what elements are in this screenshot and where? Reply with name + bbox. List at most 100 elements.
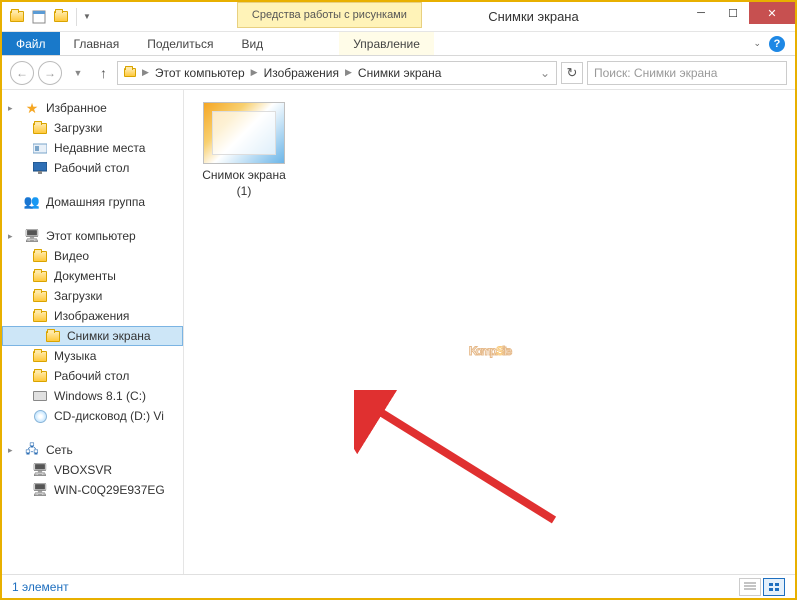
folder-icon — [32, 309, 48, 323]
chevron-down-icon[interactable]: ▸ — [8, 231, 18, 242]
ribbon-context-label: Средства работы с рисунками — [237, 2, 422, 28]
tree-desktop[interactable]: Рабочий стол — [2, 158, 183, 178]
explorer-window: ▼ Средства работы с рисунками Снимки экр… — [0, 0, 797, 600]
details-view-button[interactable] — [739, 578, 761, 596]
tree-label: Рабочий стол — [54, 369, 129, 383]
tree-drive-c[interactable]: Windows 8.1 (C:) — [2, 386, 183, 406]
tree-pictures[interactable]: Изображения — [2, 306, 183, 326]
address-bar[interactable]: ▶ Этот компьютер ▶ Изображения ▶ Снимки … — [117, 61, 557, 85]
window-title: Снимки экрана — [422, 2, 685, 31]
tab-view[interactable]: Вид — [227, 32, 277, 55]
properties-icon[interactable] — [30, 8, 48, 26]
refresh-button[interactable]: ↻ — [561, 62, 583, 84]
ribbon-expand-icon[interactable]: ⌄ — [753, 38, 761, 49]
star-icon: ★ — [24, 101, 40, 115]
folder-icon — [32, 249, 48, 263]
tree-label: Документы — [54, 269, 116, 283]
history-dropdown[interactable]: ▼ — [66, 61, 90, 85]
content-pane[interactable]: Снимок экрана (1) Komp.Site — [184, 90, 795, 574]
tree-label: Windows 8.1 (C:) — [54, 389, 146, 403]
search-input[interactable]: Поиск: Снимки экрана — [587, 61, 787, 85]
tab-share[interactable]: Поделиться — [133, 32, 227, 55]
desktop-icon — [32, 161, 48, 175]
tree-network[interactable]: ▸ 🖧 Сеть — [2, 440, 183, 460]
back-button[interactable]: ← — [10, 61, 34, 85]
tree-favorites[interactable]: ▸ ★ Избранное — [2, 98, 183, 118]
tree-documents[interactable]: Документы — [2, 266, 183, 286]
tree-label: Изображения — [54, 309, 129, 323]
tree-this-pc[interactable]: ▸ 🖥 Этот компьютер — [2, 226, 183, 246]
drive-icon — [32, 389, 48, 403]
tree-music[interactable]: Музыка — [2, 346, 183, 366]
forward-button[interactable]: → — [38, 61, 62, 85]
tree-label: VBOXSVR — [54, 463, 112, 477]
tree-label: WIN-C0Q29E937EG — [54, 483, 165, 497]
tree-recent[interactable]: Недавние места — [2, 138, 183, 158]
tree-drive-d[interactable]: CD-дисковод (D:) Vi — [2, 406, 183, 426]
tree-label: CD-дисковод (D:) Vi — [54, 409, 164, 423]
navigation-bar: ← → ▼ ↑ ▶ Этот компьютер ▶ Изображения ▶… — [2, 56, 795, 90]
folder-icon — [32, 121, 48, 135]
breadcrumb-segment[interactable]: Снимки экрана — [354, 66, 446, 80]
watermark: Komp.Site — [469, 290, 510, 372]
maximize-button[interactable]: ☐ — [717, 2, 749, 24]
tree-videos[interactable]: Видео — [2, 246, 183, 266]
tree-downloads[interactable]: Загрузки — [2, 118, 183, 138]
tree-label: Этот компьютер — [46, 229, 136, 243]
tree-homegroup[interactable]: ▸ 👥 Домашняя группа — [2, 192, 183, 212]
folder-icon — [124, 68, 136, 77]
chevron-right-icon[interactable]: ▶ — [140, 67, 151, 78]
help-icon[interactable]: ? — [769, 36, 785, 52]
qat-separator — [76, 8, 77, 26]
tree-win-host[interactable]: 🖥 WIN-C0Q29E937EG — [2, 480, 183, 500]
folder-icon — [32, 349, 48, 363]
tab-manage[interactable]: Управление — [339, 32, 434, 55]
status-bar: 1 элемент — [2, 574, 795, 598]
close-button[interactable]: ✕ — [749, 2, 795, 24]
tree-downloads-pc[interactable]: Загрузки — [2, 286, 183, 306]
tab-home[interactable]: Главная — [60, 32, 134, 55]
tree-label: Избранное — [46, 101, 107, 115]
tree-label: Сеть — [46, 443, 73, 457]
folder-icon — [32, 289, 48, 303]
chevron-right-icon[interactable]: ▶ — [343, 67, 354, 78]
annotation-arrow — [354, 390, 574, 530]
tree-label: Загрузки — [54, 289, 102, 303]
icons-view-button[interactable] — [763, 578, 785, 596]
item-count: 1 элемент — [12, 580, 69, 594]
tree-screenshots[interactable]: Снимки экрана — [2, 326, 183, 346]
folder-icon — [32, 369, 48, 383]
explorer-body: ▸ ★ Избранное Загрузки Недавние места Ра… — [2, 90, 795, 574]
file-item-screenshot-1[interactable]: Снимок экрана (1) — [196, 102, 292, 199]
chevron-down-icon[interactable]: ▸ — [8, 445, 18, 456]
tree-desktop-pc[interactable]: Рабочий стол — [2, 366, 183, 386]
homegroup-group: ▸ 👥 Домашняя группа — [2, 192, 183, 212]
file-label: Снимок экрана (1) — [196, 168, 292, 199]
tab-file[interactable]: Файл — [2, 32, 60, 55]
folder-icon — [45, 329, 61, 343]
title-bar: ▼ Средства работы с рисунками Снимки экр… — [2, 2, 795, 32]
network-icon: 🖧 — [24, 443, 40, 457]
favorites-group: ▸ ★ Избранное Загрузки Недавние места Ра… — [2, 98, 183, 178]
ribbon-tabs: Файл Главная Поделиться Вид Управление ⌄… — [2, 32, 795, 56]
minimize-button[interactable]: ─ — [685, 2, 717, 24]
recent-icon — [32, 141, 48, 155]
tree-label: Музыка — [54, 349, 96, 363]
tree-vboxsvr[interactable]: 🖥 VBOXSVR — [2, 460, 183, 480]
navigation-tree: ▸ ★ Избранное Загрузки Недавние места Ра… — [2, 90, 184, 574]
disc-icon — [32, 409, 48, 423]
chevron-down-icon[interactable]: ▸ — [8, 103, 18, 114]
folder-small-icon[interactable] — [8, 8, 26, 26]
breadcrumb-segment[interactable]: Изображения — [260, 66, 343, 80]
thumbnail-icon — [203, 102, 285, 164]
tree-label: Видео — [54, 249, 89, 263]
tree-label: Снимки экрана — [67, 329, 151, 343]
new-folder-icon[interactable] — [52, 8, 70, 26]
tree-label: Недавние места — [54, 141, 145, 155]
up-button[interactable]: ↑ — [94, 65, 113, 81]
chevron-right-icon[interactable]: ▶ — [249, 67, 260, 78]
breadcrumb-segment[interactable]: Этот компьютер — [151, 66, 249, 80]
homegroup-icon: 👥 — [24, 195, 40, 209]
qat-dropdown-icon[interactable]: ▼ — [83, 12, 91, 21]
address-dropdown[interactable]: ⌄ — [536, 66, 554, 80]
